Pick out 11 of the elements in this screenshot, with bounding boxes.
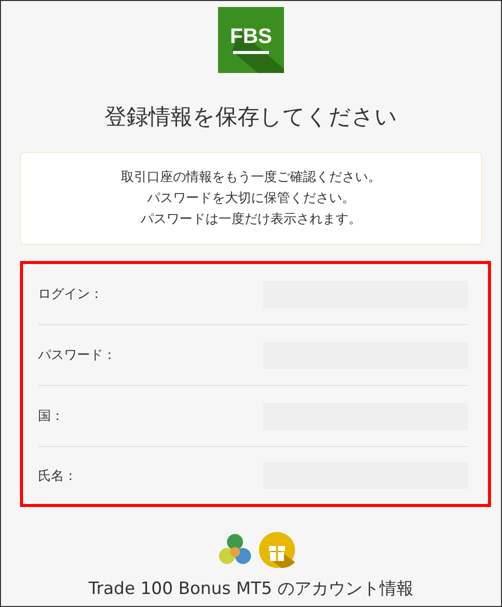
gift-icon: [259, 532, 295, 568]
field-label: 氏名：: [38, 468, 77, 484]
notice-text: パスワードを大切に保管ください。: [147, 190, 355, 208]
field-label: パスワード：: [38, 347, 116, 364]
page-title: 登録情報を保存してください: [104, 104, 398, 132]
account-heading: Trade 100 Bonus MT5 のアカウント情報: [88, 578, 414, 600]
notice-text: パスワードは一度だけ表示されます。: [140, 211, 362, 229]
logo: FBS: [218, 7, 284, 73]
field-label: 国：: [38, 408, 64, 425]
field-label: ログイン：: [38, 286, 103, 303]
notice-text: 取引口座の情報をもう一度ご確認ください。: [121, 169, 381, 187]
